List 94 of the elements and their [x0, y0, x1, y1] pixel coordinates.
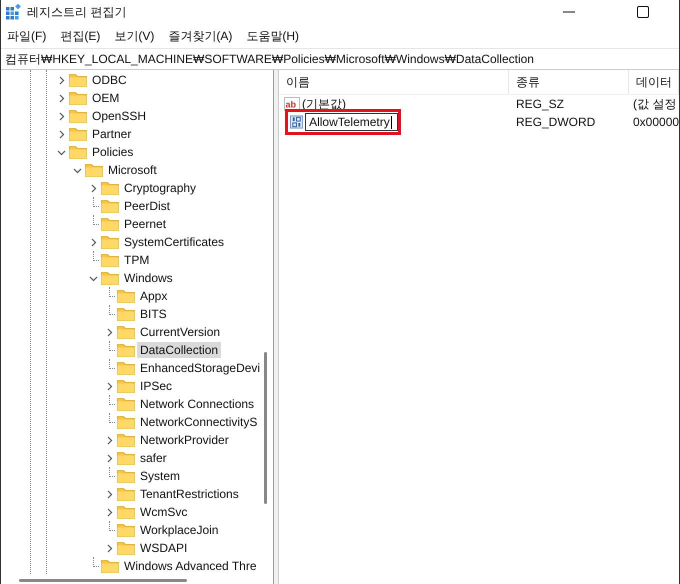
tree-item[interactable]: NetworkProvider [137, 432, 232, 448]
menu-item[interactable]: 즐겨찾기(A) [168, 28, 232, 44]
folder-icon [117, 433, 135, 447]
folder-icon [117, 505, 135, 519]
scrollbar-thumb[interactable] [264, 352, 267, 504]
table-cell-text: REG_SZ [515, 97, 566, 111]
tree-item[interactable]: Policies [89, 144, 136, 160]
tree-item[interactable]: System [137, 468, 184, 484]
chevron-down-icon[interactable] [89, 274, 98, 282]
tree-item[interactable]: TPM [121, 252, 152, 268]
rename-field[interactable]: AllowTelemetry [305, 113, 398, 131]
chevron-down-icon[interactable] [73, 166, 82, 174]
table-cell-text: (값 설정 [632, 96, 678, 112]
chevron-right-icon[interactable] [105, 454, 114, 462]
column-header[interactable]: 이름 [279, 70, 509, 94]
tree-item[interactable]: EnhancedStorageDevi [137, 360, 264, 376]
chevron-right-icon[interactable] [57, 94, 66, 102]
column-header[interactable]: 종류 [509, 70, 629, 94]
menu-item[interactable]: 파일(F) [7, 28, 46, 44]
tree-item[interactable]: TenantRestrictions [137, 486, 242, 502]
tree-item[interactable]: safer [137, 450, 170, 466]
folder-icon [117, 343, 135, 357]
tree-item[interactable]: Network Connections [137, 396, 258, 412]
folder-icon [69, 73, 87, 87]
folder-icon [117, 541, 135, 555]
scrollbar-thumb[interactable] [19, 579, 187, 582]
tree-item[interactable]: DataCollection [137, 342, 222, 358]
folder-icon [117, 289, 135, 303]
folder-icon [117, 415, 135, 429]
chevron-right-icon[interactable] [105, 436, 114, 444]
menu-item[interactable]: 보기(V) [114, 28, 154, 44]
table-cell-text: 0x00000 [632, 115, 679, 129]
folder-icon [69, 109, 87, 123]
folder-icon [69, 145, 87, 159]
folder-icon [69, 127, 87, 141]
folder-icon [85, 163, 103, 177]
folder-icon [117, 469, 135, 483]
folder-icon [117, 451, 135, 465]
folder-icon [117, 523, 135, 537]
minimize-icon[interactable] [563, 11, 575, 13]
folder-icon [117, 325, 135, 339]
folder-icon [101, 271, 119, 285]
folder-icon [101, 181, 119, 195]
tree-item[interactable]: SystemCertificates [121, 234, 228, 250]
tree-item[interactable]: Windows Advanced Thre [121, 558, 260, 574]
folder-icon [117, 379, 135, 393]
folder-icon [101, 253, 119, 267]
tree-item[interactable]: Microsoft [105, 162, 160, 178]
folder-icon [117, 361, 135, 375]
tree-item[interactable]: Cryptography [121, 180, 200, 196]
tree-item[interactable]: WcmSvc [137, 504, 190, 520]
tree-item[interactable]: Appx [137, 288, 170, 304]
chevron-right-icon[interactable] [105, 328, 114, 336]
binary-value-icon [290, 115, 304, 129]
folder-icon [117, 307, 135, 321]
tree-item[interactable]: NetworkConnectivityS [137, 414, 260, 430]
chevron-right-icon[interactable] [105, 382, 114, 390]
window-title: 레지스트리 편집기 [27, 4, 126, 20]
tree-item[interactable]: Windows [121, 270, 176, 286]
folder-icon [117, 487, 135, 501]
chevron-right-icon[interactable] [57, 76, 66, 84]
folder-icon [101, 199, 119, 213]
chevron-right-icon[interactable] [57, 130, 66, 138]
tree-item[interactable]: BITS [137, 306, 170, 322]
chevron-down-icon[interactable] [57, 148, 66, 156]
chevron-right-icon[interactable] [105, 490, 114, 498]
chevron-right-icon[interactable] [89, 238, 98, 246]
address-bar[interactable]: 컴퓨터₩HKEY_LOCAL_MACHINE₩SOFTWARE₩Policies₩Microsoft₩Windows₩DataCollection [1, 48, 679, 70]
folder-icon [101, 559, 119, 573]
folder-icon [69, 91, 87, 105]
tree-item[interactable]: Partner [89, 126, 134, 142]
tree-item[interactable]: IPSec [137, 378, 176, 394]
string-value-icon: ab [284, 97, 300, 111]
tree-item[interactable]: WSDAPI [137, 540, 190, 556]
tree-item[interactable]: ODBC [89, 72, 130, 88]
column-header[interactable]: 데이터 [629, 70, 679, 94]
folder-icon [117, 397, 135, 411]
chevron-right-icon[interactable] [57, 112, 66, 120]
tree-item[interactable]: WorkplaceJoin [137, 522, 222, 538]
tree-item[interactable]: Peernet [121, 216, 170, 232]
maximize-icon[interactable] [637, 6, 649, 18]
registry-app-icon [5, 4, 21, 20]
tree-item[interactable]: OEM [89, 90, 122, 106]
menu-item[interactable]: 편집(E) [60, 28, 100, 44]
tree-item[interactable]: OpenSSH [89, 108, 150, 124]
tree-item[interactable]: PeerDist [121, 198, 174, 214]
chevron-right-icon[interactable] [105, 544, 114, 552]
tree-item[interactable]: CurrentVersion [137, 324, 224, 340]
folder-icon [101, 235, 119, 249]
menu-item[interactable]: 도움말(H) [246, 28, 299, 44]
folder-icon [101, 217, 119, 231]
chevron-right-icon[interactable] [105, 508, 114, 516]
chevron-right-icon[interactable] [89, 184, 98, 192]
table-cell-text: REG_DWORD [515, 115, 596, 129]
